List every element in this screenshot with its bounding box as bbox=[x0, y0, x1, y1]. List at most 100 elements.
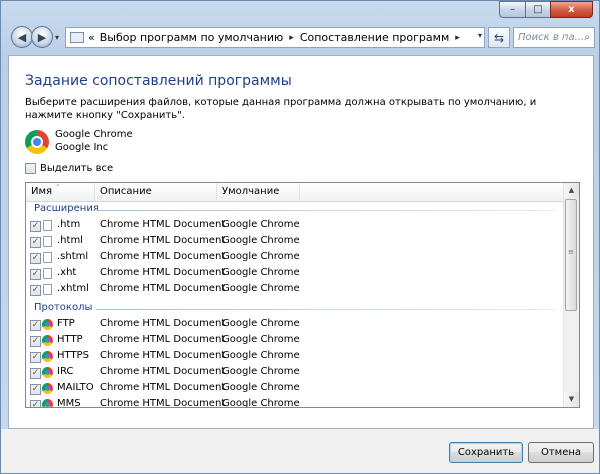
item-default-program: Google Chrome bbox=[222, 318, 300, 329]
checked-checkbox[interactable]: ✓ bbox=[30, 285, 41, 296]
list-item[interactable]: ✓ FTP Chrome HTML Document Google Chrome bbox=[26, 317, 565, 333]
back-button[interactable]: ◀ bbox=[11, 26, 33, 48]
item-default-program: Google Chrome bbox=[222, 334, 300, 345]
search-icon[interactable]: ⌕ bbox=[584, 28, 590, 47]
file-icon bbox=[43, 252, 52, 263]
file-icon bbox=[43, 284, 52, 295]
list-item[interactable]: ✓ .shtml Chrome HTML Document Google Chrome bbox=[26, 250, 565, 266]
file-icon bbox=[43, 268, 52, 279]
item-description: Chrome HTML Document bbox=[100, 382, 226, 393]
file-icon bbox=[43, 220, 52, 231]
item-default-program: Google Chrome bbox=[222, 398, 300, 408]
item-name: .xhtml bbox=[57, 283, 89, 294]
chrome-icon bbox=[42, 383, 53, 394]
window: – □ x ◀ ▶ ▾ « Выбор программ по умолчани… bbox=[0, 0, 600, 474]
program-vendor: Google Inc bbox=[55, 142, 109, 153]
navigation-bar: ◀ ▶ ▾ « Выбор программ по умолчанию ▸ Со… bbox=[7, 25, 595, 51]
item-description: Chrome HTML Document bbox=[100, 334, 226, 345]
maximize-button[interactable]: □ bbox=[525, 1, 550, 18]
item-name: .htm bbox=[57, 219, 81, 230]
list-item[interactable]: ✓ .xht Chrome HTML Document Google Chrome bbox=[26, 266, 565, 282]
select-all-label: Выделить все bbox=[40, 163, 114, 174]
close-button[interactable]: x bbox=[550, 1, 593, 18]
item-name: HTTPS bbox=[57, 350, 89, 361]
group-header[interactable]: Протоколы bbox=[26, 301, 565, 317]
list-item[interactable]: ✓ HTTPS Chrome HTML Document Google Chrome bbox=[26, 349, 565, 365]
recent-pages-dropdown-icon[interactable]: ▾ bbox=[55, 33, 59, 42]
breadcrumb-separator-icon[interactable]: ▸ bbox=[455, 33, 460, 43]
item-default-program: Google Chrome bbox=[222, 366, 300, 377]
file-icon bbox=[43, 236, 52, 247]
group-divider bbox=[96, 309, 555, 310]
item-default-program: Google Chrome bbox=[222, 235, 300, 246]
forward-button[interactable]: ▶ bbox=[31, 26, 53, 48]
checked-checkbox[interactable]: ✓ bbox=[30, 368, 41, 379]
checked-checkbox[interactable]: ✓ bbox=[30, 320, 41, 331]
breadcrumb-overflow[interactable]: « bbox=[88, 31, 95, 44]
search-input[interactable]: Поиск в па... ⌕ bbox=[513, 27, 595, 48]
group-title: Расширения bbox=[34, 203, 99, 214]
list-item[interactable]: ✓ IRC Chrome HTML Document Google Chrome bbox=[26, 365, 565, 381]
minimize-button[interactable]: – bbox=[499, 1, 525, 18]
item-default-program: Google Chrome bbox=[222, 283, 300, 294]
chrome-icon bbox=[25, 130, 49, 154]
scroll-up-arrow-icon[interactable]: ▲ bbox=[564, 183, 579, 198]
chrome-icon bbox=[42, 319, 53, 330]
checked-checkbox[interactable]: ✓ bbox=[30, 237, 41, 248]
item-description: Chrome HTML Document bbox=[100, 318, 226, 329]
checked-checkbox[interactable]: ✓ bbox=[30, 336, 41, 347]
group-title: Протоколы bbox=[34, 302, 93, 313]
breadcrumb-set-associations[interactable]: Сопоставление программ bbox=[300, 31, 449, 44]
item-description: Chrome HTML Document bbox=[100, 398, 226, 408]
column-name-label: Имя bbox=[31, 186, 53, 197]
breadcrumb-separator-icon[interactable]: ▸ bbox=[289, 33, 294, 43]
vertical-scrollbar[interactable]: ▲ ≡ ▼ bbox=[563, 183, 579, 407]
caption-buttons: – □ x bbox=[499, 1, 593, 18]
list-item[interactable]: ✓ .xhtml Chrome HTML Document Google Chrome bbox=[26, 282, 565, 298]
address-dropdown-icon[interactable]: ▾ bbox=[478, 31, 482, 40]
list-item[interactable]: ✓ .htm Chrome HTML Document Google Chrome bbox=[26, 218, 565, 234]
item-description: Chrome HTML Document bbox=[100, 219, 226, 230]
item-description: Chrome HTML Document bbox=[100, 366, 226, 377]
list-header: Имя ˄ Описание Умолчание bbox=[26, 183, 565, 202]
item-description: Chrome HTML Document bbox=[100, 350, 226, 361]
scrollbar-thumb[interactable]: ≡ bbox=[565, 199, 577, 311]
checked-checkbox[interactable]: ✓ bbox=[30, 221, 41, 232]
checked-checkbox[interactable]: ✓ bbox=[30, 400, 41, 407]
program-name: Google Chrome bbox=[55, 129, 133, 140]
item-name: FTP bbox=[57, 318, 75, 329]
checked-checkbox[interactable]: ✓ bbox=[30, 253, 41, 264]
address-bar[interactable]: « Выбор программ по умолчанию ▸ Сопостав… bbox=[65, 27, 485, 48]
checked-checkbox[interactable]: ✓ bbox=[30, 352, 41, 363]
column-header-description[interactable]: Описание bbox=[95, 183, 217, 201]
item-description: Chrome HTML Document bbox=[100, 251, 226, 262]
checked-checkbox[interactable]: ✓ bbox=[30, 384, 41, 395]
select-all-checkbox[interactable]: Выделить все bbox=[25, 163, 113, 174]
refresh-button[interactable]: ⇆ bbox=[488, 27, 510, 48]
save-button[interactable]: Сохранить bbox=[449, 442, 523, 463]
list-item[interactable]: ✓ MAILTO Chrome HTML Document Google Chrome bbox=[26, 381, 565, 397]
list-item[interactable]: ✓ .html Chrome HTML Document Google Chrome bbox=[26, 234, 565, 250]
cancel-button[interactable]: Отмена bbox=[528, 442, 594, 463]
list-item[interactable]: ✓ MMS Chrome HTML Document Google Chrome bbox=[26, 397, 565, 408]
refresh-icon: ⇆ bbox=[493, 30, 505, 45]
item-name: MMS bbox=[57, 398, 81, 408]
scroll-down-arrow-icon[interactable]: ▼ bbox=[564, 392, 579, 407]
item-name: .xht bbox=[57, 267, 77, 278]
dialog-footer: Сохранить Отмена bbox=[1, 429, 599, 473]
chrome-icon bbox=[42, 335, 53, 346]
list-item[interactable]: ✓ HTTP Chrome HTML Document Google Chrome bbox=[26, 333, 565, 349]
item-name: HTTP bbox=[57, 334, 83, 345]
item-default-program: Google Chrome bbox=[222, 267, 300, 278]
page-title: Задание сопоставлений программы bbox=[25, 73, 292, 89]
group-header[interactable]: Расширения bbox=[26, 202, 565, 218]
associations-list[interactable]: Имя ˄ Описание Умолчание Расширения ✓ .htm… bbox=[25, 182, 580, 408]
item-description: Chrome HTML Document bbox=[100, 267, 226, 278]
breadcrumb-default-programs[interactable]: Выбор программ по умолчанию bbox=[100, 31, 284, 44]
column-header-default[interactable]: Умолчание bbox=[217, 183, 300, 201]
column-header-name[interactable]: Имя ˄ bbox=[26, 183, 95, 201]
checkbox-box[interactable] bbox=[25, 163, 36, 174]
chrome-icon bbox=[42, 367, 53, 378]
checked-checkbox[interactable]: ✓ bbox=[30, 269, 41, 280]
sort-ascending-icon: ˄ bbox=[56, 184, 60, 192]
